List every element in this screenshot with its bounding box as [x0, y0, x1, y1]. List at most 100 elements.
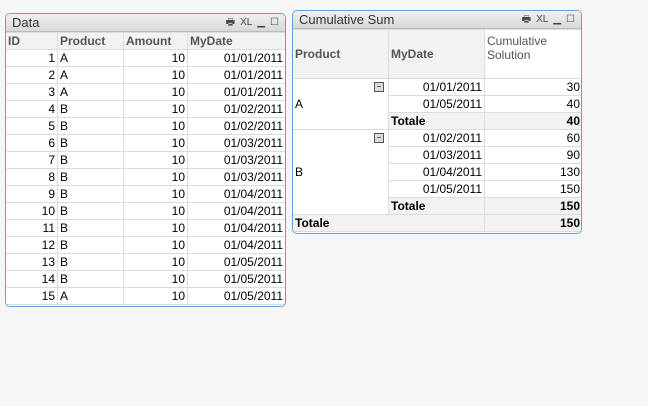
- cell-product: B: [57, 117, 124, 135]
- cell-mydate: 01/02/2011: [187, 117, 285, 135]
- cell-product: B: [57, 270, 124, 288]
- xl-export-icon[interactable]: XL: [240, 14, 252, 31]
- cell-id: 7: [6, 151, 58, 169]
- cell-mydate: 01/03/2011: [187, 151, 285, 169]
- grand-total-label: Totale: [293, 214, 485, 232]
- cell-product: B: [57, 134, 124, 152]
- table-row[interactable]: 1 A 10 01/01/2011: [6, 49, 285, 67]
- cell-mydate: 01/04/2011: [388, 163, 485, 181]
- cell-amount: 10: [123, 168, 188, 186]
- table-row[interactable]: 4 B 10 01/02/2011: [6, 100, 285, 118]
- table-row[interactable]: 7 B 10 01/03/2011: [6, 151, 285, 169]
- cell-product: B: [57, 151, 124, 169]
- cell-product: B: [57, 185, 124, 203]
- table-row[interactable]: 8 B 10 01/03/2011: [6, 168, 285, 186]
- cell-product: B: [57, 100, 124, 118]
- data-table-box: Data 🖶 XL ▁ ☐ ID Product Amount MyDate 1 A 10…: [5, 13, 286, 307]
- product-label: B: [295, 165, 304, 179]
- cell-id: 5: [6, 117, 58, 135]
- col-header-cumulative[interactable]: Cumulative Solution: [484, 29, 581, 79]
- cell-id: 13: [6, 253, 58, 271]
- cell-amount: 10: [123, 202, 188, 220]
- cell-id: 8: [6, 168, 58, 186]
- table-row[interactable]: 12 B 10 01/04/2011: [6, 236, 285, 254]
- subtotal-value: 40: [484, 112, 581, 130]
- print-icon[interactable]: 🖶: [226, 14, 235, 31]
- cell-product: A: [57, 287, 124, 305]
- table-row[interactable]: 6 B 10 01/03/2011: [6, 134, 285, 152]
- subtotal-label: Totale: [388, 197, 485, 215]
- cell-mydate: 01/04/2011: [187, 219, 285, 237]
- cell-product[interactable]: − A: [293, 78, 389, 130]
- table-row[interactable]: 13 B 10 01/05/2011: [6, 253, 285, 271]
- cell-mydate: 01/01/2011: [187, 66, 285, 84]
- cell-cumulative: 90: [484, 146, 581, 164]
- cell-amount: 10: [123, 83, 188, 101]
- maximize-icon[interactable]: ☐: [566, 11, 575, 28]
- col-header-mydate[interactable]: MyDate: [187, 32, 285, 50]
- pivot-table: Product MyDate Cumulative Solution − A 01/…: [293, 29, 581, 232]
- cell-amount: 10: [123, 270, 188, 288]
- cell-id: 4: [6, 100, 58, 118]
- col-header-amount[interactable]: Amount: [123, 32, 188, 50]
- cell-product: B: [57, 202, 124, 220]
- cell-mydate: 01/05/2011: [388, 180, 485, 198]
- cell-mydate: 01/05/2011: [187, 270, 285, 288]
- subtotal-value: 150: [484, 197, 581, 215]
- table-row[interactable]: 10 B 10 01/04/2011: [6, 202, 285, 220]
- xl-export-icon[interactable]: XL: [536, 11, 548, 28]
- table-row[interactable]: 15 A 10 01/05/2011: [6, 287, 285, 305]
- print-icon[interactable]: 🖶: [522, 11, 531, 28]
- cell-id: 1: [6, 49, 58, 67]
- cell-mydate: 01/04/2011: [187, 202, 285, 220]
- cell-id: 6: [6, 134, 58, 152]
- col-header-mydate[interactable]: MyDate: [388, 29, 485, 79]
- cell-amount: 10: [123, 100, 188, 118]
- cell-cumulative: 60: [484, 129, 581, 147]
- cell-mydate: 01/05/2011: [187, 253, 285, 271]
- cell-mydate: 01/05/2011: [388, 95, 485, 113]
- cell-mydate: 01/03/2011: [187, 168, 285, 186]
- cell-mydate: 01/01/2011: [388, 78, 485, 96]
- cell-id: 10: [6, 202, 58, 220]
- box-title: Cumulative Sum: [299, 12, 395, 27]
- cell-id: 2: [6, 66, 58, 84]
- collapse-icon[interactable]: −: [374, 82, 384, 92]
- cell-product: B: [57, 236, 124, 254]
- cell-product: B: [57, 253, 124, 271]
- cell-product: A: [57, 83, 124, 101]
- col-header-id[interactable]: ID: [6, 32, 58, 50]
- minimize-icon[interactable]: ▁: [257, 14, 265, 31]
- table-row[interactable]: 11 B 10 01/04/2011: [6, 219, 285, 237]
- cell-amount: 10: [123, 117, 188, 135]
- cell-mydate: 01/02/2011: [187, 100, 285, 118]
- cell-product[interactable]: − B: [293, 129, 389, 215]
- cell-amount: 10: [123, 219, 188, 237]
- table-row[interactable]: 2 A 10 01/01/2011: [6, 66, 285, 84]
- cell-amount: 10: [123, 151, 188, 169]
- table-row[interactable]: 14 B 10 01/05/2011: [6, 270, 285, 288]
- cell-mydate: 01/01/2011: [187, 49, 285, 67]
- cell-product: A: [57, 66, 124, 84]
- subtotal-label: Totale: [388, 112, 485, 130]
- cell-mydate: 01/04/2011: [187, 185, 285, 203]
- table-row[interactable]: 9 B 10 01/04/2011: [6, 185, 285, 203]
- collapse-icon[interactable]: −: [374, 133, 384, 143]
- maximize-icon[interactable]: ☐: [270, 14, 279, 31]
- table-row[interactable]: 5 B 10 01/02/2011: [6, 117, 285, 135]
- grand-total-value: 150: [484, 214, 581, 232]
- cell-amount: 10: [123, 287, 188, 305]
- table-row[interactable]: 3 A 10 01/01/2011: [6, 83, 285, 101]
- cell-cumulative: 30: [484, 78, 581, 96]
- col-header-product[interactable]: Product: [293, 29, 389, 79]
- minimize-icon[interactable]: ▁: [553, 11, 561, 28]
- col-header-product[interactable]: Product: [57, 32, 124, 50]
- cum-box-title-bar[interactable]: Cumulative Sum 🖶 XL ▁ ☐: [293, 11, 581, 29]
- cell-id: 12: [6, 236, 58, 254]
- data-box-title-bar[interactable]: Data 🖶 XL ▁ ☐: [6, 14, 285, 32]
- pivot-row: − B 01/02/2011 60: [293, 129, 581, 215]
- cell-product: A: [57, 49, 124, 67]
- header-row: ID Product Amount MyDate: [6, 32, 285, 50]
- cell-mydate: 01/03/2011: [388, 146, 485, 164]
- cell-amount: 10: [123, 49, 188, 67]
